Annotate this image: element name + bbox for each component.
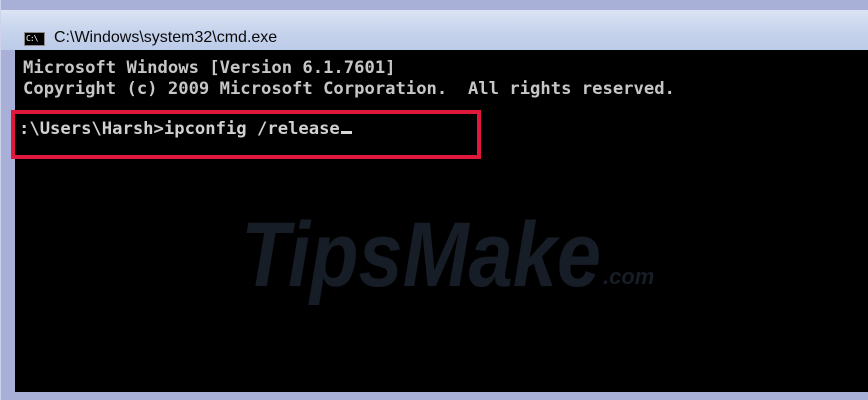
console-line-copyright: Copyright (c) 2009 Microsoft Corporation… xyxy=(23,79,675,99)
console-prompt-line[interactable]: :\Users\Harsh>ipconfig /release xyxy=(19,119,352,139)
watermark-suffix-text: .com xyxy=(603,264,654,289)
cmd-window: C:\ C:\Windows\system32\cmd.exe Microsof… xyxy=(0,0,868,400)
text-cursor xyxy=(340,131,352,134)
watermark-logo: TipsMake .com xyxy=(241,204,654,306)
watermark-brand-text: TipsMake xyxy=(241,204,601,306)
console-area[interactable]: Microsoft Windows [Version 6.1.7601] Cop… xyxy=(15,50,868,392)
window-title: C:\Windows\system32\cmd.exe xyxy=(54,29,278,46)
console-line-version: Microsoft Windows [Version 6.1.7601] xyxy=(23,58,396,78)
prompt-command-text: :\Users\Harsh>ipconfig /release xyxy=(19,119,340,139)
title-bar[interactable]: C:\ C:\Windows\system32\cmd.exe xyxy=(1,10,868,50)
cmd-icon-label: C:\ xyxy=(26,34,38,43)
window-bottom-border xyxy=(1,392,868,400)
cmd-icon: C:\ xyxy=(24,32,45,46)
